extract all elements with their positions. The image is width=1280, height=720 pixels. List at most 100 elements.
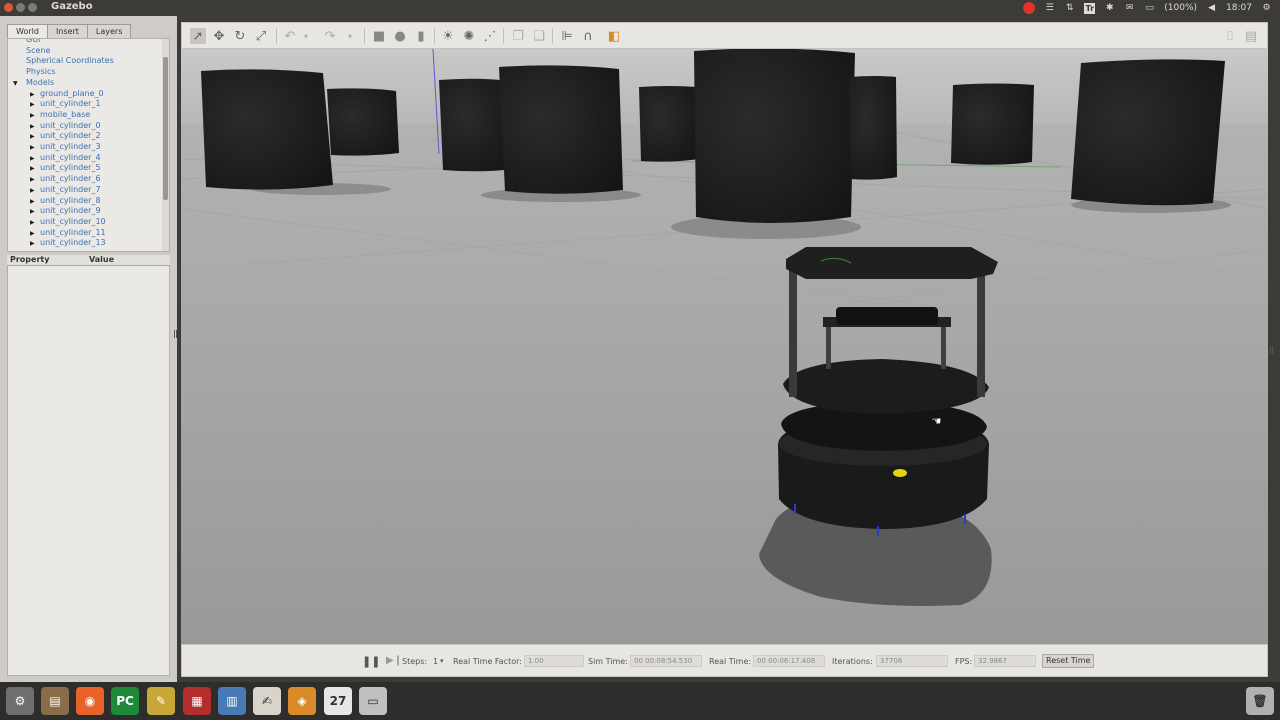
expand-right-arrow-icon[interactable]: ▶ [30,91,35,98]
rotate-icon[interactable]: ↻ [232,28,248,44]
expand-right-arrow-icon[interactable]: ▶ [30,230,35,237]
record-indicator-icon[interactable] [1023,2,1036,14]
trash-icon[interactable]: 🗑 [1246,687,1274,715]
tree-item[interactable]: unit_cylinder_4 [40,153,101,164]
copy-icon[interactable]: ❐ [510,28,526,44]
code-editor-icon[interactable]: ▦ [183,687,211,715]
steps-dropdown-icon[interactable]: ▾ [440,657,444,665]
power-gear-icon[interactable]: ⚙ [1261,3,1272,14]
network-monitor-icon[interactable]: ▥ [218,687,246,715]
pycharm-icon[interactable]: PC [111,687,139,715]
expand-right-arrow-icon[interactable]: ▶ [30,144,35,151]
tree-item[interactable]: unit_cylinder_7 [40,185,101,196]
translate-icon[interactable]: ✥ [211,28,227,44]
point-light-icon[interactable]: ☀ [440,28,456,44]
expand-right-arrow-icon[interactable]: ▶ [30,240,35,247]
tree-item[interactable]: unit_cylinder_9 [40,206,101,217]
tree-item[interactable]: Scene [26,46,50,57]
spot-light-icon[interactable]: ✺ [461,28,477,44]
snap-icon[interactable]: ∩ [580,28,596,44]
tree-item[interactable]: unit_cylinder_1 [40,99,101,110]
tree-scrollbar-thumb[interactable] [163,57,168,200]
minimize-window-button[interactable] [16,3,25,12]
battery-icon[interactable]: ▭ [1144,3,1155,14]
keyboard-layout-icon[interactable]: Tr [1084,2,1096,14]
redo-dropdown-icon[interactable]: ▾ [342,28,358,44]
undo-dropdown-icon[interactable]: ▾ [298,28,314,44]
menu-indicator-icon[interactable]: ☰ [1044,3,1055,14]
tree-item-label: Spherical Coordinates [26,56,114,66]
sort-indicator-icon[interactable]: ⇅ [1064,3,1075,14]
tree-item[interactable]: mobile_base [40,110,90,121]
tab-insert[interactable]: Insert [46,24,88,38]
value-column-header[interactable]: Value [89,255,114,265]
tree-item[interactable]: unit_cylinder_6 [40,174,101,185]
log-icon[interactable]: ▤ [1243,28,1259,44]
diagram-tool-icon[interactable]: ✎ [147,687,175,715]
expand-right-arrow-icon[interactable]: ▶ [30,198,35,205]
tab-world[interactable]: World [7,24,48,38]
expand-right-arrow-icon[interactable]: ▶ [30,133,35,140]
expand-right-arrow-icon[interactable]: ▶ [30,219,35,226]
gazebo-icon[interactable]: ◈ [288,687,316,715]
text-editor-icon[interactable]: ✍ [253,687,281,715]
view-angle-icon[interactable]: ◧ [606,28,622,44]
tree-item[interactable]: unit_cylinder_0 [40,121,101,132]
mail-icon[interactable]: ✉ [1124,3,1135,14]
tree-scrollbar[interactable] [162,39,169,251]
expand-right-arrow-icon[interactable]: ▶ [30,165,35,172]
scale-icon[interactable]: ⤢ [253,28,269,44]
align-icon[interactable]: ⊫ [559,28,575,44]
tree-item[interactable]: unit_cylinder_3 [40,142,101,153]
calendar-icon[interactable]: 27 [324,687,352,715]
tree-item[interactable]: GUI [26,39,40,46]
step-icon[interactable]: ▶❙ [386,655,402,666]
terminal-icon[interactable]: ▭ [359,687,387,715]
close-window-button[interactable] [4,3,13,12]
undo-icon[interactable]: ↶ [282,28,298,44]
expand-right-arrow-icon[interactable]: ▶ [30,176,35,183]
expand-right-arrow-icon[interactable]: ▶ [30,112,35,119]
tree-item[interactable]: ground_plane_0 [40,89,104,100]
tab-layers[interactable]: Layers [86,24,132,38]
steps-value[interactable]: 1 [433,657,438,666]
expand-right-arrow-icon[interactable]: ▶ [30,187,35,194]
tree-item[interactable]: unit_cylinder_10 [40,217,106,228]
tree-item[interactable]: Models [26,78,54,89]
select-arrow-icon[interactable]: ➚ [190,28,206,44]
expand-right-arrow-icon[interactable]: ▶ [30,101,35,108]
firefox-icon[interactable]: ◉ [76,687,104,715]
clock[interactable]: 18:07 [1226,3,1252,13]
cylinder-icon[interactable]: ▮ [413,28,429,44]
expand-right-arrow-icon[interactable]: ▶ [30,208,35,215]
tree-item[interactable]: unit_cylinder_8 [40,196,101,207]
system-settings-icon[interactable]: ⚙ [6,687,34,715]
volume-icon[interactable]: ◀ [1206,3,1217,14]
tree-item[interactable]: Spherical Coordinates [26,56,114,67]
expand-down-arrow-icon[interactable]: ▼ [13,80,18,87]
reset-time-button[interactable]: Reset Time [1042,654,1095,668]
expand-right-arrow-icon[interactable]: ▶ [30,123,35,130]
fps-label: FPS: [955,657,973,666]
sphere-icon[interactable]: ● [392,28,408,44]
property-column-header[interactable]: Property [10,255,49,265]
screenshot-icon[interactable]: ⌷ [1222,28,1238,44]
tree-item[interactable]: unit_cylinder_5 [40,163,101,174]
left-panel-splitter-handle[interactable] [174,330,177,338]
box-icon[interactable]: ■ [371,28,387,44]
pause-icon[interactable]: ❚❚ [362,655,380,668]
files-icon[interactable]: ▤ [41,687,69,715]
redo-icon[interactable]: ↷ [322,28,338,44]
right-panel-splitter-handle[interactable] [1270,346,1273,354]
fps-field: 32.9867 [974,655,1036,667]
paste-icon[interactable]: ❏ [531,28,547,44]
tree-item[interactable]: unit_cylinder_11 [40,228,106,239]
tree-item[interactable]: Physics [26,67,56,78]
tree-item[interactable]: unit_cylinder_2 [40,131,101,142]
bluetooth-icon[interactable]: ✱ [1104,3,1115,14]
expand-right-arrow-icon[interactable]: ▶ [30,155,35,162]
tree-item[interactable]: unit_cylinder_13 [40,238,106,249]
scene-viewport[interactable]: ☚ [181,49,1268,644]
directional-light-icon[interactable]: ⋰ [482,28,498,44]
maximize-window-button[interactable] [28,3,37,12]
